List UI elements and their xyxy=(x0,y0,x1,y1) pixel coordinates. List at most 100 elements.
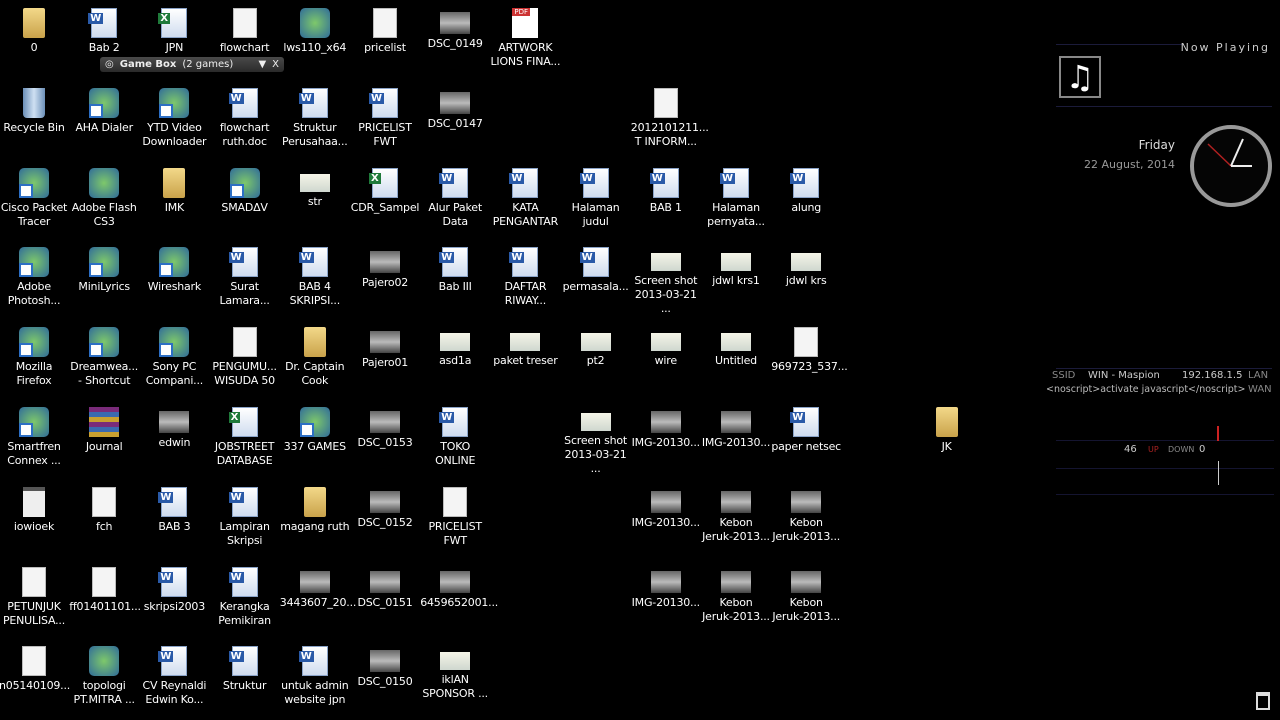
desktop-icon[interactable]: lws110_x64 xyxy=(280,2,350,80)
desktop-icon[interactable]: DSC_0150 xyxy=(350,640,420,718)
desktop-icon[interactable]: 337 GAMES xyxy=(280,401,350,479)
desktop-icon[interactable]: SMADΔV xyxy=(210,162,280,240)
desktop-icon[interactable]: Sony PC Compani... xyxy=(139,321,209,399)
music-note-icon[interactable]: ♫ xyxy=(1059,56,1101,98)
desktop-icon[interactable]: permasala... xyxy=(561,241,631,319)
desktop-icon[interactable]: Pajero02 xyxy=(350,241,420,319)
desktop-icon[interactable]: PRICELIST FWT xyxy=(350,82,420,160)
desktop-icon[interactable]: alung xyxy=(771,162,841,240)
desktop-icon[interactable]: Journal xyxy=(69,401,139,479)
desktop-icon[interactable]: Wireshark xyxy=(139,241,209,319)
desktop-icon[interactable]: iowioek xyxy=(0,481,69,559)
desktop-icon[interactable]: asd1a xyxy=(420,321,490,399)
desktop-icon[interactable]: CV Reynaldi Edwin Ko... xyxy=(139,640,209,718)
desktop-icon[interactable]: Screen shot 2013-03-21 ... xyxy=(631,241,701,319)
desktop-icon[interactable]: jdwl krs1 xyxy=(701,241,771,319)
desktop-icon[interactable]: paket treser xyxy=(490,321,560,399)
desktop-icon[interactable]: edwin xyxy=(139,401,209,479)
desktop-icon[interactable]: Adobe Photosh... xyxy=(0,241,69,319)
word-icon xyxy=(790,167,820,198)
desktop-icon[interactable]: Recycle Bin xyxy=(0,82,69,160)
desktop-icon[interactable]: Kerangka Pemikiran xyxy=(210,561,280,639)
desktop-icon[interactable]: paper netsec xyxy=(771,401,841,479)
desktop-icon[interactable]: Adobe Flash CS3 xyxy=(69,162,139,240)
desktop-icon[interactable]: DSC_0152 xyxy=(350,481,420,559)
desktop-icon[interactable]: JOBSTREET DATABASE xyxy=(210,401,280,479)
desktop-icon[interactable]: Kebon Jeruk-2013... xyxy=(701,481,771,559)
desktop-icon[interactable]: Halaman judul xyxy=(561,162,631,240)
desktop-icon[interactable]: fch xyxy=(69,481,139,559)
desktop-icon[interactable]: 3443607_20... xyxy=(280,561,356,639)
photo-icon xyxy=(721,570,751,593)
desktop-icon[interactable]: 6459652001... xyxy=(420,561,498,639)
word-icon xyxy=(158,646,188,677)
desktop-icon[interactable]: 0 xyxy=(0,2,69,80)
desktop-icon[interactable]: IMG-20130... xyxy=(631,481,701,559)
desktop-icon[interactable]: DSC_0151 xyxy=(350,561,420,639)
desktop-icon[interactable]: IMK xyxy=(139,162,209,240)
desktop-icon[interactable]: Struktur xyxy=(210,640,280,718)
desktop: 0 Bab 2 JPN flowchart lws110_x64 pricelist DSC… xyxy=(0,0,1000,720)
desktop-icon[interactable]: str xyxy=(280,162,350,240)
desktop-icon[interactable]: KATA PENGANTAR xyxy=(490,162,560,240)
desktop-icon[interactable]: wire xyxy=(631,321,701,399)
close-icon[interactable]: X xyxy=(272,59,279,70)
game-box-toolbar[interactable]: ◎ Game Box (2 games) ▼ X xyxy=(100,57,284,72)
desktop-icon[interactable]: Surat Lamara... xyxy=(210,241,280,319)
desktop-icon[interactable]: IMG-20130... xyxy=(631,401,701,479)
desktop-icon[interactable]: untuk admin website jpn xyxy=(280,640,350,718)
desktop-icon[interactable]: AHA Dialer xyxy=(69,82,139,160)
trash-gadget-icon[interactable] xyxy=(1256,692,1270,710)
desktop-icon[interactable]: BAB 4 SKRIPSI... xyxy=(280,241,350,319)
desktop-icon[interactable]: Screen shot 2013-03-21 ... xyxy=(561,401,631,479)
desktop-icon[interactable]: Kebon Jeruk-2013... xyxy=(701,561,771,639)
desktop-icon[interactable]: DSC_0147 xyxy=(420,82,490,160)
desktop-icon[interactable]: DSC_0153 xyxy=(350,401,420,479)
desktop-icon[interactable]: Cisco Packet Tracer xyxy=(0,162,69,240)
desktop-icon[interactable]: YTD Video Downloader xyxy=(139,82,209,160)
desktop-icon[interactable]: PENGUMU... WISUDA 50 xyxy=(210,321,280,399)
desktop-icon[interactable]: DAFTAR RIWAY... xyxy=(490,241,560,319)
desktop-icon[interactable]: JK xyxy=(912,401,982,479)
desktop-icon[interactable]: magang ruth xyxy=(280,481,350,559)
desktop-icon[interactable]: 969723_537... xyxy=(771,321,848,399)
desktop-icon[interactable]: 2012101211... T INFORM... xyxy=(631,82,709,160)
desktop-icon[interactable]: IMG-20130... xyxy=(631,561,701,639)
desktop-icon[interactable]: Kebon Jeruk-2013... xyxy=(771,561,841,639)
desktop-icon[interactable]: ff01401101... xyxy=(69,561,141,639)
desktop-icon[interactable]: Alur Paket Data xyxy=(420,162,490,240)
desktop-icon[interactable]: Bab III xyxy=(420,241,490,319)
desktop-icon[interactable]: DSC_0149 xyxy=(420,2,490,80)
desktop-icon[interactable]: Struktur Perusahaa... xyxy=(280,82,350,160)
desktop-icon[interactable]: topologi PT.MITRA ... xyxy=(69,640,139,718)
desktop-icon-label: Dr. Captain Cook xyxy=(285,360,345,388)
desktop-icon[interactable]: TOKO ONLINE xyxy=(420,401,490,479)
desktop-icon[interactable]: MiniLyrics xyxy=(69,241,139,319)
desktop-icon[interactable]: Mozilla Firefox xyxy=(0,321,69,399)
desktop-icon[interactable]: Dreamwea... - Shortcut xyxy=(69,321,139,399)
desktop-icon[interactable]: BAB 1 xyxy=(631,162,701,240)
desktop-icon[interactable]: Halaman pernyata... xyxy=(701,162,771,240)
desktop-icon[interactable]: flowchart ruth.doc xyxy=(210,82,280,160)
desktop-icon[interactable]: jdwl krs xyxy=(771,241,841,319)
desktop-icon[interactable]: Lampiran Skripsi xyxy=(210,481,280,559)
desktop-icon[interactable]: skripsi2003 xyxy=(139,561,209,639)
desktop-icon[interactable]: CDR_Sampel xyxy=(350,162,420,240)
word-icon xyxy=(228,566,258,597)
dropdown-icon[interactable]: ▼ xyxy=(258,59,266,70)
desktop-icon[interactable]: ARTWORK LIONS FINA... xyxy=(490,2,560,80)
desktop-icon[interactable]: pricelist xyxy=(350,2,420,80)
desktop-icon[interactable]: PRICELIST FWT xyxy=(420,481,490,559)
desktop-icon-label: Mozilla Firefox xyxy=(15,360,53,388)
desktop-icon[interactable]: n05140109... xyxy=(0,640,70,718)
desktop-icon[interactable]: pt2 xyxy=(561,321,631,399)
desktop-icon[interactable]: IMG-20130... xyxy=(701,401,771,479)
desktop-icon[interactable]: iklAN SPONSOR ... xyxy=(420,640,490,718)
desktop-icon[interactable]: PETUNJUK PENULISA... xyxy=(0,561,69,639)
desktop-icon[interactable]: Dr. Captain Cook xyxy=(280,321,350,399)
desktop-icon[interactable]: BAB 3 xyxy=(139,481,209,559)
desktop-icon[interactable]: Smartfren Connex ... xyxy=(0,401,69,479)
desktop-icon[interactable]: Untitled xyxy=(701,321,771,399)
desktop-icon[interactable]: Pajero01 xyxy=(350,321,420,399)
desktop-icon[interactable]: Kebon Jeruk-2013... xyxy=(771,481,841,559)
